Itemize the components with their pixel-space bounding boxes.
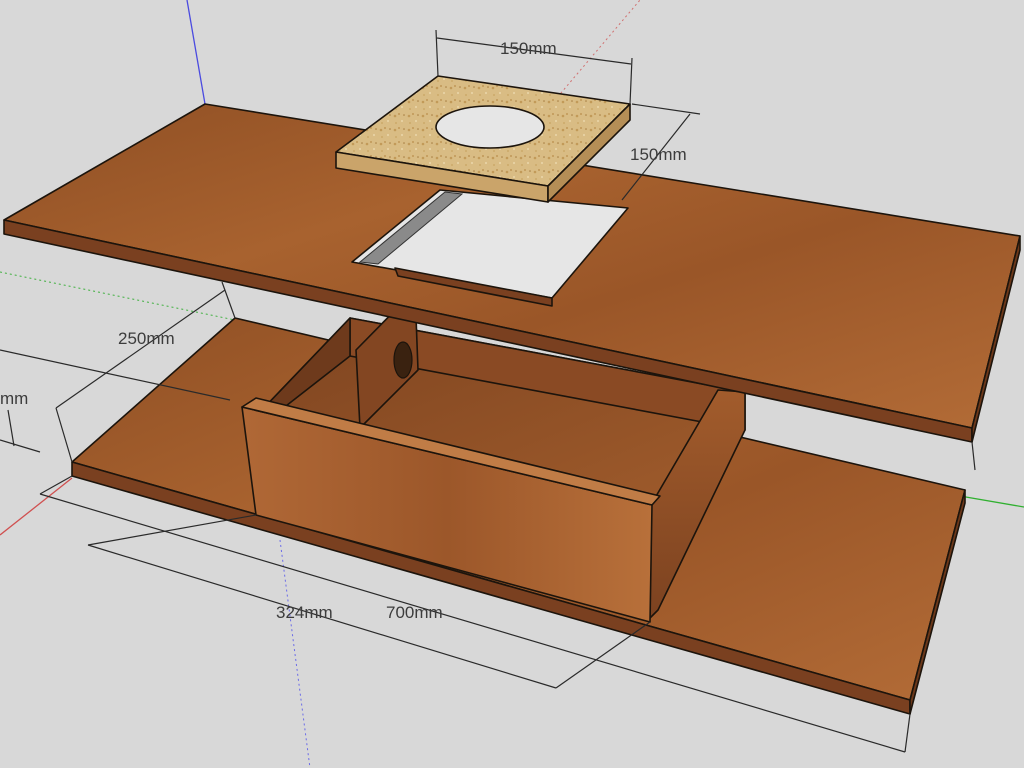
dim-label-insert-width: 150mm <box>500 39 557 58</box>
axis-red-solid <box>0 477 73 536</box>
dim-label-base-depth: 250mm <box>118 329 175 348</box>
drawer-hole <box>393 341 413 379</box>
dim-label-total-length: 700mm <box>386 603 443 622</box>
dim-label-insert-depth: 150mm <box>630 145 687 164</box>
osb-insert-hole <box>435 105 545 149</box>
dim-label-box-length: 324mm <box>276 603 333 622</box>
axis-green-dotted <box>0 271 236 321</box>
axis-blue-dotted <box>279 539 311 768</box>
cad-3d-viewport: 150mm 150mm 250mm mm 324mm 700mm <box>0 0 1024 768</box>
axis-green-solid <box>959 495 1024 508</box>
axis-blue-vertical <box>186 0 206 105</box>
dim-label-partial: mm <box>0 389 28 408</box>
